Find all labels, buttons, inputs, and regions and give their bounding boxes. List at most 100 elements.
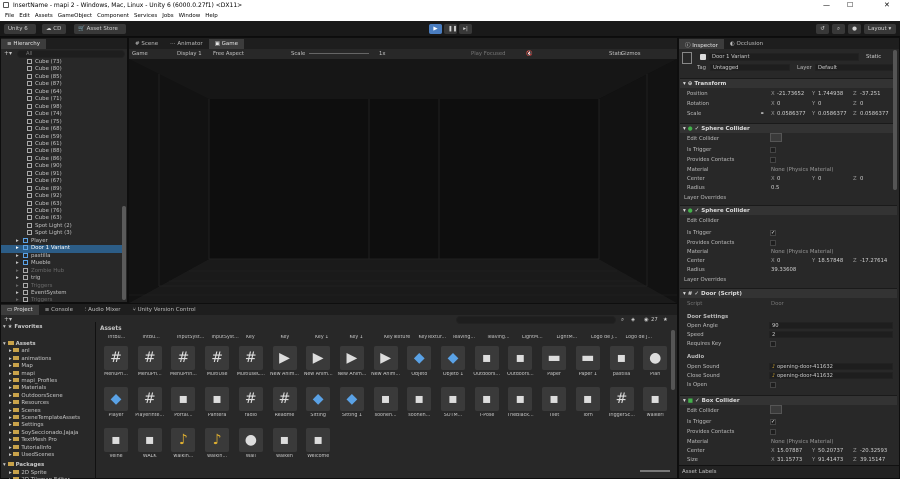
asset-strip-item[interactable]: IntBu... (108, 335, 125, 340)
rotation-x[interactable]: 0 (777, 101, 780, 107)
pause-button[interactable]: ❚❚ (444, 24, 457, 34)
box-collider-header[interactable]: ▾ ■ ✓ Box Collider (680, 395, 897, 405)
hierarchy-item[interactable]: ▸ trig (1, 275, 123, 283)
tab-inspector[interactable]: ⓘ Inspector (679, 39, 724, 49)
project-tree-item[interactable]: ▸ SceneTemplateAssets (9, 415, 80, 421)
center-z[interactable]: -17.27614 (860, 258, 887, 264)
asset-store-button[interactable]: 🛒 Asset Store (74, 24, 126, 34)
menu-services[interactable]: Services (134, 13, 157, 19)
search-button[interactable]: ⌕ (832, 24, 845, 34)
asset-tile[interactable]: ▪ Pantera (201, 387, 233, 427)
menu-jobs[interactable]: Jobs (162, 13, 173, 19)
hierarchy-item[interactable]: Spot Light (2) (1, 222, 123, 231)
filter-label-icon[interactable]: ◈ (631, 317, 635, 323)
project-tree-item[interactable]: ▸ OutdoorsScene (9, 392, 63, 399)
hierarchy-item[interactable]: Cube (87) (1, 81, 123, 89)
is-open-checkbox[interactable] (770, 382, 776, 388)
project-tree-item[interactable]: ▸ mapi (9, 370, 35, 377)
layer-overrides-foldout[interactable]: Layer Overrides (684, 277, 726, 283)
hierarchy-item[interactable]: ▸ Zombie Hub (1, 267, 123, 276)
hierarchy-item[interactable]: Cube (74) (1, 111, 123, 119)
tab-audio-mixer[interactable]: ⫶ Audio Mixer (79, 305, 127, 315)
project-tree-item[interactable]: ▾ Packages (3, 462, 44, 468)
expand-arrow-icon[interactable]: ▸ (16, 275, 19, 283)
asset-strip-item[interactable]: KeyTexture (384, 335, 410, 340)
asset-tile[interactable]: # MultiUse (201, 346, 233, 386)
asset-strip-item[interactable]: Key (246, 335, 255, 340)
asset-strip-item[interactable]: LightM... (522, 335, 543, 340)
hierarchy-item[interactable]: Cube (92) (1, 193, 123, 201)
expand-arrow-icon[interactable]: ▸ (16, 290, 19, 298)
position-y[interactable]: 1.744938 (818, 91, 843, 97)
asset-tile[interactable]: ♪ walkin... (167, 428, 199, 468)
asset-tile[interactable]: ▪ Outdoors... (471, 346, 503, 386)
rotation-z[interactable]: 0 (860, 101, 863, 107)
maximize-button[interactable]: ☐ (847, 1, 853, 9)
asset-strip-item[interactable]: leaving... (488, 335, 510, 340)
open-angle-field[interactable]: 90 (769, 322, 893, 329)
asset-tile[interactable]: ▬ Paper 1 (572, 346, 604, 386)
icon-size-slider[interactable] (640, 470, 670, 472)
unity-account-button[interactable]: Unity 6 (4, 24, 36, 34)
hierarchy-item[interactable]: Spot Light (3) (1, 230, 123, 238)
tab-project[interactable]: ▭ Project (1, 305, 39, 315)
asset-strip-item[interactable]: KeyTextur... (419, 335, 447, 340)
project-tree-item[interactable]: ▸ animations (9, 355, 51, 362)
asset-tile[interactable]: ▪ SOTM... (437, 387, 469, 427)
asset-tile[interactable]: # radio (235, 387, 267, 427)
aspect-dropdown[interactable]: Free Aspect (213, 51, 244, 57)
layer-dropdown[interactable]: Default (815, 64, 893, 71)
layer-overrides-foldout[interactable]: Layer Overrides (684, 195, 726, 201)
project-tree-item[interactable]: ▸ UsedScenes (9, 452, 54, 458)
create-button[interactable]: +▾ (4, 316, 14, 324)
speed-field[interactable]: 2 (769, 331, 893, 338)
project-tree-item[interactable]: ▸ Materials (9, 385, 46, 391)
star-icon[interactable]: ★ (663, 317, 668, 323)
hierarchy-item[interactable]: Cube (63) (1, 215, 123, 223)
project-tree-item[interactable]: ▸ anl (9, 348, 30, 354)
project-tree-item[interactable]: ▸ 2D Sprite (9, 469, 47, 476)
hierarchy-item[interactable]: Cube (85) (1, 73, 123, 82)
hierarchy-item[interactable]: Cube (64) (1, 88, 123, 97)
is-trigger-checkbox[interactable] (770, 147, 776, 153)
asset-tile[interactable]: ▬ Paper (538, 346, 570, 386)
scale-y[interactable]: 0.0586377 (818, 111, 847, 117)
center-x[interactable]: 0 (777, 258, 780, 264)
asset-tile[interactable]: # PlayerInte... (134, 387, 166, 427)
asset-tile[interactable]: ◆ Sitting 1 (336, 387, 368, 427)
step-button[interactable]: ▸| (459, 24, 472, 34)
position-x[interactable]: -21.73652 (777, 91, 804, 97)
mute-audio-icon[interactable]: 🔇 (526, 51, 533, 57)
project-tree-item[interactable]: ▸ Settings (9, 422, 44, 428)
layout-dropdown[interactable]: Layout ▾ (864, 24, 896, 34)
inspector-scrollbar[interactable] (893, 50, 897, 190)
expand-arrow-icon[interactable]: ▸ (16, 253, 19, 261)
asset-tile[interactable]: ▪ T-Pose (471, 387, 503, 427)
center-y[interactable]: 0 (818, 176, 821, 182)
asset-tile[interactable]: ▪ Veine (100, 428, 132, 468)
asset-strip-item[interactable]: leaving... (453, 335, 475, 340)
asset-tile[interactable]: ▪ TheBlack... (504, 387, 536, 427)
asset-strip-item[interactable]: InputSyst... (212, 335, 239, 340)
project-scrollbar[interactable] (671, 330, 675, 390)
static-toggle[interactable]: Static (866, 54, 881, 60)
material-field[interactable]: None (Physics Material) (771, 167, 833, 173)
position-z[interactable]: -37.251 (860, 91, 880, 97)
hierarchy-item[interactable]: Cube (86) (1, 155, 123, 164)
gizmos-dropdown[interactable]: Gizmos (621, 51, 641, 57)
open-sound-field[interactable]: ♪ opening-door-411632 (769, 363, 893, 370)
tab-animator[interactable]: ⋯ Animator (164, 39, 209, 49)
sphere-collider-2-header[interactable]: ▾ ● ✓ Sphere Collider (680, 205, 897, 215)
tab-occlusion[interactable]: ◐ Occlusion (724, 39, 769, 49)
project-tree-item[interactable]: ▸ Map (9, 363, 33, 369)
provides-contacts-checkbox[interactable] (770, 240, 776, 246)
asset-tile[interactable]: ▪ Outdoors... (504, 346, 536, 386)
asset-tile[interactable]: ▪ Portal... (167, 387, 199, 427)
radius-field[interactable]: 39.33608 (771, 267, 796, 273)
filter-type-icon[interactable]: ⌕ (621, 317, 624, 324)
center-z[interactable]: 0 (860, 176, 863, 182)
hierarchy-item[interactable]: Cube (63) (1, 200, 123, 209)
asset-tile[interactable]: ◆ Sitting (302, 387, 334, 427)
asset-tile[interactable]: ◆ Objeto (403, 346, 435, 386)
asset-tile[interactable]: ▶ New Anim... (370, 346, 402, 386)
